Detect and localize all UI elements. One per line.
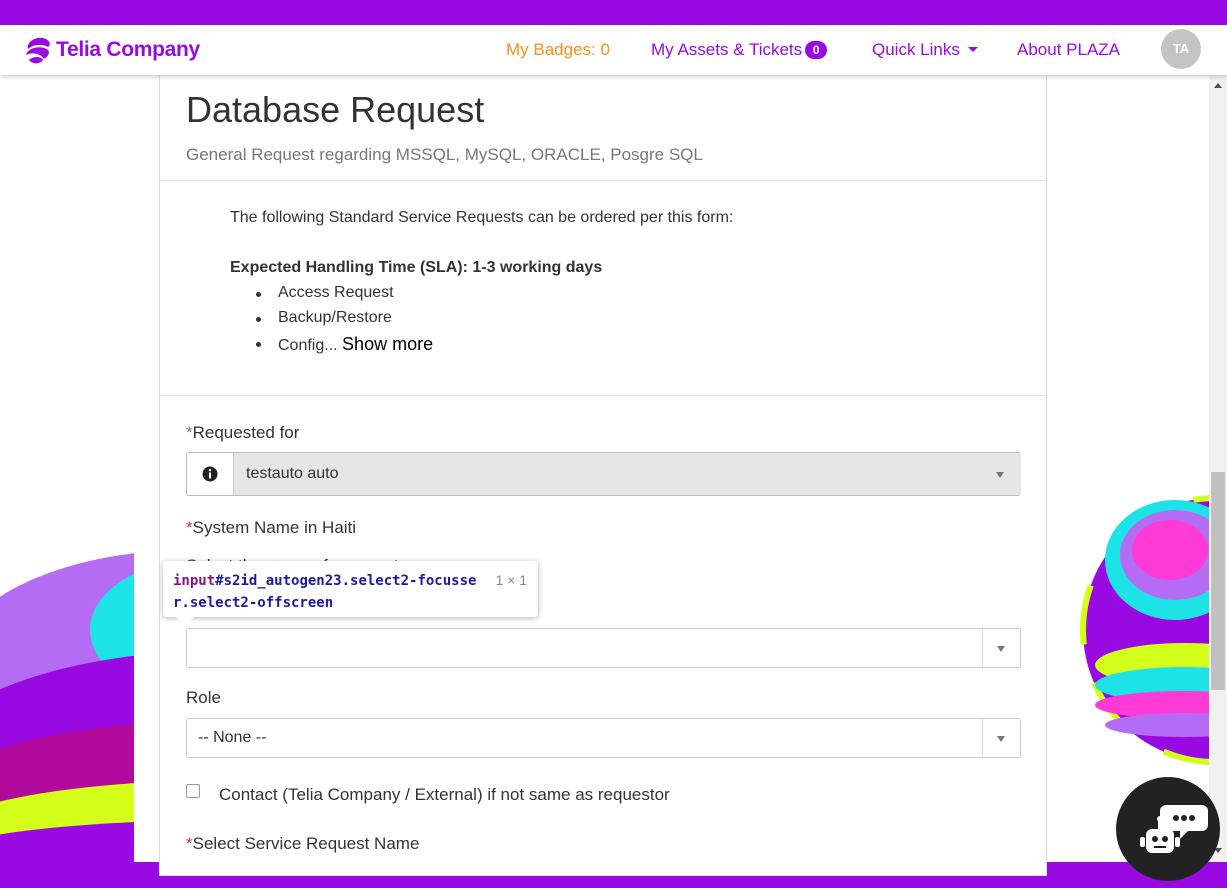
- description-intro: The following Standard Service Requests …: [230, 209, 734, 226]
- caret-down-icon: [967, 47, 978, 52]
- divider: [160, 180, 1046, 181]
- chatbot-button[interactable]: [1116, 777, 1220, 881]
- info-icon: [202, 466, 217, 482]
- nav-my-badges[interactable]: My Badges: 0: [506, 40, 610, 60]
- list-item: Backup/Restore: [256, 309, 392, 326]
- logo-text: Telia Company: [56, 38, 200, 61]
- telia-logo[interactable]: Telia Company: [24, 34, 200, 66]
- requested-for-label: *Requested for: [186, 423, 299, 443]
- assets-count-badge: 0: [805, 41, 828, 59]
- page-subtitle: General Request regarding MSSQL, MySQL, …: [186, 145, 703, 164]
- sla-text: Expected Handling Time (SLA): 1-3 workin…: [230, 259, 603, 276]
- list-item-text: Config...: [278, 337, 338, 354]
- tooltip-selector: input#s2id_autogen23.select2-focusser.se…: [173, 570, 493, 614]
- contact-checkbox[interactable]: [186, 784, 200, 798]
- inspect-tooltip: input#s2id_autogen23.select2-focusser.se…: [163, 561, 538, 626]
- request-form-card: Database Request General Request regardi…: [159, 75, 1047, 876]
- tooltip-tag: input: [173, 573, 216, 589]
- service-request-label: *Select Service Request Name: [186, 834, 419, 854]
- caret-down-icon: [997, 736, 1005, 742]
- navbar: Telia Company My Badges: 0 My Assets & T…: [0, 25, 1227, 75]
- required-marker: *: [186, 834, 193, 853]
- nav-assets-label: My Assets & Tickets: [651, 40, 803, 59]
- page-title: Database Request: [186, 89, 485, 130]
- select-divider: [982, 629, 983, 667]
- required-marker: *: [186, 423, 193, 442]
- nav-about-plaza[interactable]: About PLAZA: [1017, 40, 1120, 60]
- service-request-label-text: Select Service Request Name: [192, 834, 420, 853]
- role-value: -- None --: [198, 729, 267, 746]
- role-label: Role: [186, 688, 221, 707]
- role-select[interactable]: -- None --: [186, 718, 1021, 758]
- tooltip-selector-text: #s2id_autogen23.select2-focusser.select2…: [173, 573, 477, 611]
- tooltip-size: 1 × 1: [495, 572, 527, 588]
- select-divider: [982, 719, 983, 757]
- scrollbar-thumb[interactable]: [1211, 472, 1225, 690]
- system-name-label-text: System Name in Haiti: [192, 518, 357, 537]
- user-avatar[interactable]: TA: [1161, 29, 1201, 69]
- nav-quick-links-label: Quick Links: [872, 40, 960, 59]
- system-name-label: *System Name in Haiti: [186, 518, 356, 538]
- contact-checkbox-label: Contact (Telia Company / External) if no…: [219, 785, 670, 804]
- divider: [160, 395, 1046, 396]
- decorative-sphere-right: [1075, 490, 1210, 770]
- requested-for-value: testauto auto: [246, 465, 339, 482]
- info-button[interactable]: [187, 453, 232, 495]
- list-item: Config... Show more: [255, 334, 433, 355]
- requested-for-label-text: Requested for: [192, 423, 300, 442]
- caret-down-icon: [997, 646, 1005, 652]
- telia-pebble-icon: [26, 37, 50, 64]
- required-marker: *: [186, 518, 193, 537]
- top-brand-bar: [0, 0, 1227, 25]
- scroll-up-arrow-icon[interactable]: [1214, 83, 1222, 88]
- show-more-link[interactable]: Show more: [342, 334, 433, 354]
- nav-quick-links[interactable]: Quick Links: [872, 40, 978, 60]
- decorative-swirl-left: [0, 540, 140, 870]
- requested-for-field: testauto auto: [186, 452, 1021, 496]
- page-panel: Database Request General Request regardi…: [134, 75, 1072, 876]
- list-item: Access Request: [256, 284, 394, 301]
- nav-my-assets-tickets[interactable]: My Assets & Tickets 0: [651, 40, 828, 60]
- chatbot-icon: [1140, 805, 1208, 853]
- page-scrollbar[interactable]: [1209, 75, 1227, 862]
- system-name-select[interactable]: [186, 628, 1021, 668]
- requested-for-select[interactable]: testauto auto: [233, 453, 1021, 495]
- caret-down-icon: [996, 472, 1004, 478]
